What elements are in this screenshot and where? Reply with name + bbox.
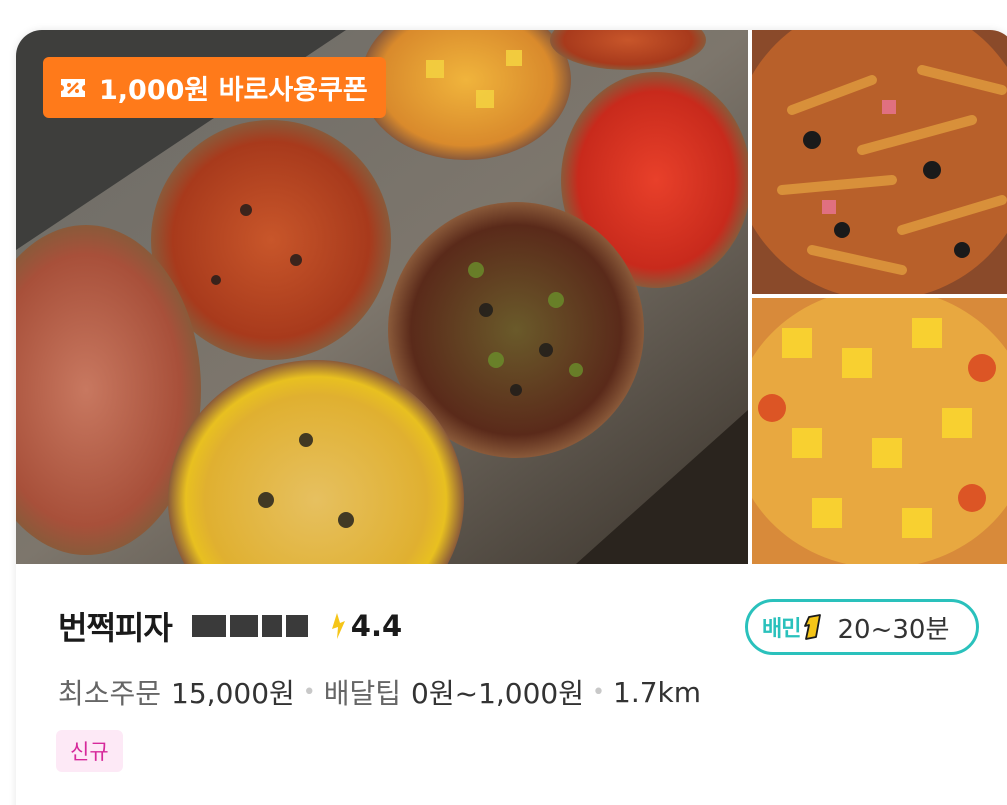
restaurant-card[interactable]: 1,000원 바로사용쿠폰 번쩍피자 4.4 배민 20~30분 최소주문 15… [16, 30, 1007, 805]
min-order-label: 최소주문 [58, 677, 162, 710]
rating-value: 4.4 [350, 609, 403, 643]
fries-pizza-photo [752, 30, 1007, 294]
name-row: 번쩍피자 4.4 [58, 604, 402, 648]
distance: 1.7km [613, 675, 702, 709]
baemin-label: 배민 [762, 617, 801, 642]
tip-value: 0원~1,000원 [411, 677, 585, 710]
redacted-text [191, 611, 308, 641]
separator-dot: • [302, 679, 316, 705]
new-tag: 신규 [56, 730, 123, 772]
tip-label: 배달팁 [323, 677, 402, 710]
baemin-one-icon [804, 614, 822, 640]
coupon-ticket-icon [61, 78, 85, 97]
pineapple-pizza-photo [752, 298, 1007, 564]
coupon-label: 1,000원 바로사용쿠폰 [99, 75, 368, 106]
restaurant-info: 번쩍피자 4.4 배민 20~30분 최소주문 15,000원 • 배달팁 0원… [16, 564, 1007, 805]
lightning-star-icon [331, 613, 345, 639]
coupon-badge[interactable]: 1,000원 바로사용쿠폰 [43, 57, 386, 118]
separator-dot: • [592, 679, 605, 705]
new-tag-label: 신규 [70, 740, 109, 764]
meta-row: 최소주문 15,000원 • 배달팁 0원~1,000원 • 1.7km [58, 672, 701, 712]
store-name[interactable]: 번쩍피자 [58, 603, 173, 649]
rating: 4.4 [328, 609, 402, 643]
delivery-time: 20~30분 [837, 614, 950, 645]
min-order-value: 15,000원 [171, 677, 295, 710]
delivery-badge: 배민 20~30분 [745, 599, 979, 655]
